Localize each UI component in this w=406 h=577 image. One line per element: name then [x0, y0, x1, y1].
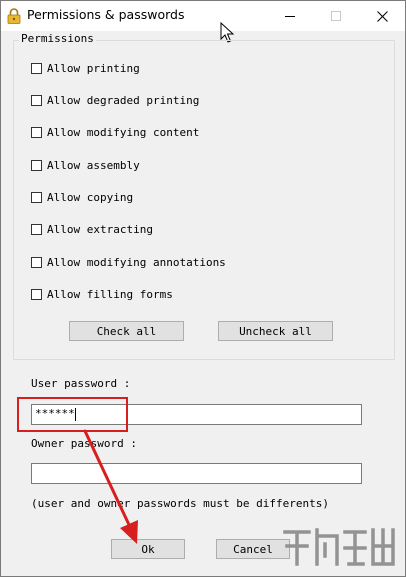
checkbox-allow-modifying-content[interactable]: Allow modifying content: [31, 125, 199, 139]
checkbox-allow-filling-forms[interactable]: Allow filling forms: [31, 287, 173, 301]
checkbox-label: Allow degraded printing: [47, 93, 200, 107]
annotation-highlight-box: [17, 397, 128, 432]
minimize-button[interactable]: [267, 1, 313, 31]
password-note: (user and owner passwords must be differ…: [31, 497, 330, 510]
permissions-group-title: Permissions: [19, 32, 96, 45]
checkbox-label: Allow modifying content: [47, 125, 200, 139]
close-button[interactable]: [359, 1, 405, 31]
owner-password-label: Owner password :: [31, 437, 137, 450]
checkbox-allow-degraded-printing[interactable]: Allow degraded printing: [31, 93, 199, 107]
check-all-button[interactable]: Check all: [69, 321, 184, 341]
checkbox-box[interactable]: [31, 256, 42, 268]
checkbox-label: Allow extracting: [47, 222, 153, 236]
checkbox-label: Allow modifying annotations: [47, 255, 226, 269]
checkbox-box[interactable]: [31, 191, 42, 203]
maximize-button[interactable]: [313, 1, 359, 31]
checkbox-label: Allow assembly: [47, 158, 140, 172]
owner-password-field[interactable]: [31, 463, 362, 484]
close-icon: [376, 10, 388, 22]
title-bar: Permissions & passwords: [1, 1, 405, 31]
minimize-icon: [285, 16, 295, 17]
checkbox-allow-modifying-annotations[interactable]: Allow modifying annotations: [31, 255, 226, 269]
user-password-label: User password :: [31, 377, 131, 390]
checkbox-allow-assembly[interactable]: Allow assembly: [31, 158, 140, 172]
uncheck-all-button[interactable]: Uncheck all: [218, 321, 333, 341]
permissions-dialog: Permissions & passwords Permissions Allo…: [0, 0, 406, 577]
watermark-logo: [283, 528, 395, 566]
checkbox-box[interactable]: [31, 126, 42, 138]
ok-button[interactable]: Ok: [111, 539, 185, 559]
checkbox-allow-copying[interactable]: Allow copying: [31, 190, 133, 204]
maximize-icon: [331, 11, 341, 21]
checkbox-box[interactable]: [31, 288, 42, 300]
checkbox-label: Allow filling forms: [47, 287, 173, 301]
window-title: Permissions & passwords: [27, 7, 185, 22]
lock-icon: [7, 8, 21, 24]
checkbox-allow-extracting[interactable]: Allow extracting: [31, 222, 153, 236]
checkbox-label: Allow copying: [47, 190, 134, 204]
checkbox-label: Allow printing: [47, 61, 140, 75]
checkbox-box[interactable]: [31, 159, 42, 171]
checkbox-allow-printing[interactable]: Allow printing: [31, 61, 140, 75]
checkbox-box[interactable]: [31, 94, 42, 106]
checkbox-box[interactable]: [31, 223, 42, 235]
checkbox-box[interactable]: [31, 62, 42, 74]
